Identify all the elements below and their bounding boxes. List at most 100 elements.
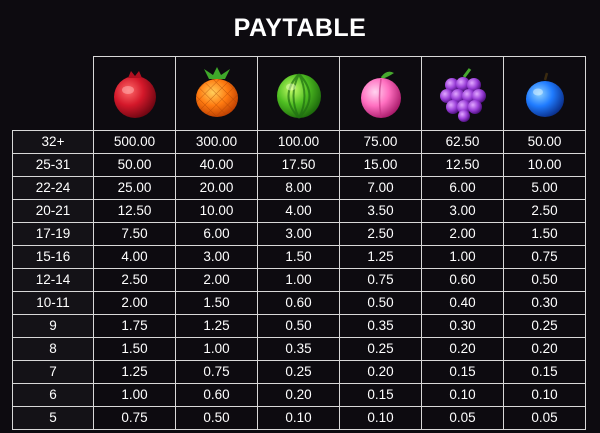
payout-value-cell: 20.00 <box>175 176 258 200</box>
symbol-count-cell: 7 <box>12 360 94 384</box>
symbol-cell <box>339 56 422 131</box>
payout-row: 17-19 7.50 6.00 3.00 2.50 2.00 1.50 <box>12 222 586 246</box>
symbol-count-cell: 12-14 <box>12 268 94 292</box>
symbol-count-cell: 25-31 <box>12 153 94 177</box>
payout-value-cell: 5.00 <box>503 176 586 200</box>
payout-value-cell: 0.10 <box>421 383 504 407</box>
payout-value-cell: 0.20 <box>421 337 504 361</box>
payout-value-cell: 1.00 <box>175 337 258 361</box>
payout-value-cell: 0.75 <box>339 268 422 292</box>
payout-value-cell: 0.10 <box>339 406 422 430</box>
symbol-count-cell: 9 <box>12 314 94 338</box>
payout-value-cell: 50.00 <box>503 130 586 154</box>
payout-value-cell: 3.00 <box>421 199 504 223</box>
payout-value-cell: 0.15 <box>421 360 504 384</box>
payout-value-cell: 10.00 <box>503 153 586 177</box>
payout-value-cell: 0.25 <box>339 337 422 361</box>
payout-row: 9 1.75 1.25 0.50 0.35 0.30 0.25 <box>12 314 586 338</box>
payout-value-cell: 0.75 <box>93 406 176 430</box>
payout-value-cell: 0.05 <box>421 406 504 430</box>
payout-value-cell: 6.00 <box>175 222 258 246</box>
payout-value-cell: 0.40 <box>421 291 504 315</box>
payout-value-cell: 0.75 <box>175 360 258 384</box>
payout-value-cell: 0.50 <box>175 406 258 430</box>
payout-value-cell: 1.50 <box>257 245 340 269</box>
payout-value-cell: 100.00 <box>257 130 340 154</box>
payout-value-cell: 0.35 <box>339 314 422 338</box>
payout-row: 25-31 50.00 40.00 17.50 15.00 12.50 10.00 <box>12 153 586 177</box>
pineapple-icon <box>195 66 238 117</box>
payout-value-cell: 3.00 <box>257 222 340 246</box>
payout-value-cell: 500.00 <box>93 130 176 154</box>
payout-value-cell: 0.10 <box>257 406 340 430</box>
payout-row: 32+ 500.00 300.00 100.00 75.00 62.50 50.00 <box>12 130 586 154</box>
payout-value-cell: 1.25 <box>93 360 176 384</box>
payout-value-cell: 2.00 <box>175 268 258 292</box>
payout-value-cell: 12.50 <box>421 153 504 177</box>
payout-value-cell: 0.60 <box>421 268 504 292</box>
payout-value-cell: 0.30 <box>503 291 586 315</box>
payout-value-cell: 40.00 <box>175 153 258 177</box>
symbol-cell <box>93 56 176 131</box>
payout-row: 8 1.50 1.00 0.35 0.25 0.20 0.20 <box>12 337 586 361</box>
payout-value-cell: 2.00 <box>93 291 176 315</box>
payout-value-cell: 0.75 <box>503 245 586 269</box>
payout-value-cell: 2.00 <box>421 222 504 246</box>
payout-value-cell: 0.35 <box>257 337 340 361</box>
payout-value-cell: 1.50 <box>503 222 586 246</box>
payout-value-cell: 7.50 <box>93 222 176 246</box>
header-corner <box>12 56 94 131</box>
payout-value-cell: 15.00 <box>339 153 422 177</box>
payout-row: 15-16 4.00 3.00 1.50 1.25 1.00 0.75 <box>12 245 586 269</box>
symbol-count-cell: 6 <box>12 383 94 407</box>
payout-value-cell: 2.50 <box>503 199 586 223</box>
payout-row: 22-24 25.00 20.00 8.00 7.00 6.00 5.00 <box>12 176 586 200</box>
payout-value-cell: 4.00 <box>93 245 176 269</box>
symbol-count-cell: 22-24 <box>12 176 94 200</box>
symbol-count-cell: 20-21 <box>12 199 94 223</box>
payout-value-cell: 0.60 <box>257 291 340 315</box>
payout-row: 5 0.75 0.50 0.10 0.10 0.05 0.05 <box>12 406 586 430</box>
payout-value-cell: 1.00 <box>93 383 176 407</box>
peach-icon <box>360 71 401 118</box>
payout-value-cell: 1.75 <box>93 314 176 338</box>
payout-row: 20-21 12.50 10.00 4.00 3.50 3.00 2.50 <box>12 199 586 223</box>
payout-value-cell: 0.20 <box>503 337 586 361</box>
payout-value-cell: 0.25 <box>257 360 340 384</box>
payout-value-cell: 62.50 <box>421 130 504 154</box>
paytable: 32+ 500.00 300.00 100.00 75.00 62.50 50.00 25-3… <box>12 56 586 430</box>
payout-value-cell: 0.10 <box>503 383 586 407</box>
payout-value-cell: 25.00 <box>93 176 176 200</box>
payout-value-cell: 4.00 <box>257 199 340 223</box>
payout-row: 10-11 2.00 1.50 0.60 0.50 0.40 0.30 <box>12 291 586 315</box>
payout-value-cell: 50.00 <box>93 153 176 177</box>
payout-value-cell: 300.00 <box>175 130 258 154</box>
symbol-count-cell: 10-11 <box>12 291 94 315</box>
paytable-title: PAYTABLE <box>233 14 367 42</box>
payout-value-cell: 1.50 <box>175 291 258 315</box>
payout-value-cell: 0.50 <box>257 314 340 338</box>
payout-value-cell: 0.25 <box>503 314 586 338</box>
payout-value-cell: 3.50 <box>339 199 422 223</box>
payout-value-cell: 0.15 <box>339 383 422 407</box>
symbol-header-row <box>12 56 586 131</box>
symbol-cell <box>503 56 586 131</box>
payout-value-cell: 17.50 <box>257 153 340 177</box>
payout-value-cell: 0.15 <box>503 360 586 384</box>
payout-value-cell: 10.00 <box>175 199 258 223</box>
payout-value-cell: 2.50 <box>339 222 422 246</box>
payout-value-cell: 2.50 <box>93 268 176 292</box>
payout-row: 12-14 2.50 2.00 1.00 0.75 0.60 0.50 <box>12 268 586 292</box>
payout-value-cell: 0.20 <box>257 383 340 407</box>
symbol-cell <box>175 56 258 131</box>
payout-row: 6 1.00 0.60 0.20 0.15 0.10 0.10 <box>12 383 586 407</box>
payout-value-cell: 1.00 <box>257 268 340 292</box>
plum-icon <box>525 72 564 117</box>
payout-value-cell: 8.00 <box>257 176 340 200</box>
payout-value-cell: 12.50 <box>93 199 176 223</box>
symbol-cell <box>257 56 340 131</box>
symbol-count-cell: 32+ <box>12 130 94 154</box>
payout-value-cell: 0.60 <box>175 383 258 407</box>
payout-value-cell: 75.00 <box>339 130 422 154</box>
payout-value-cell: 0.50 <box>339 291 422 315</box>
